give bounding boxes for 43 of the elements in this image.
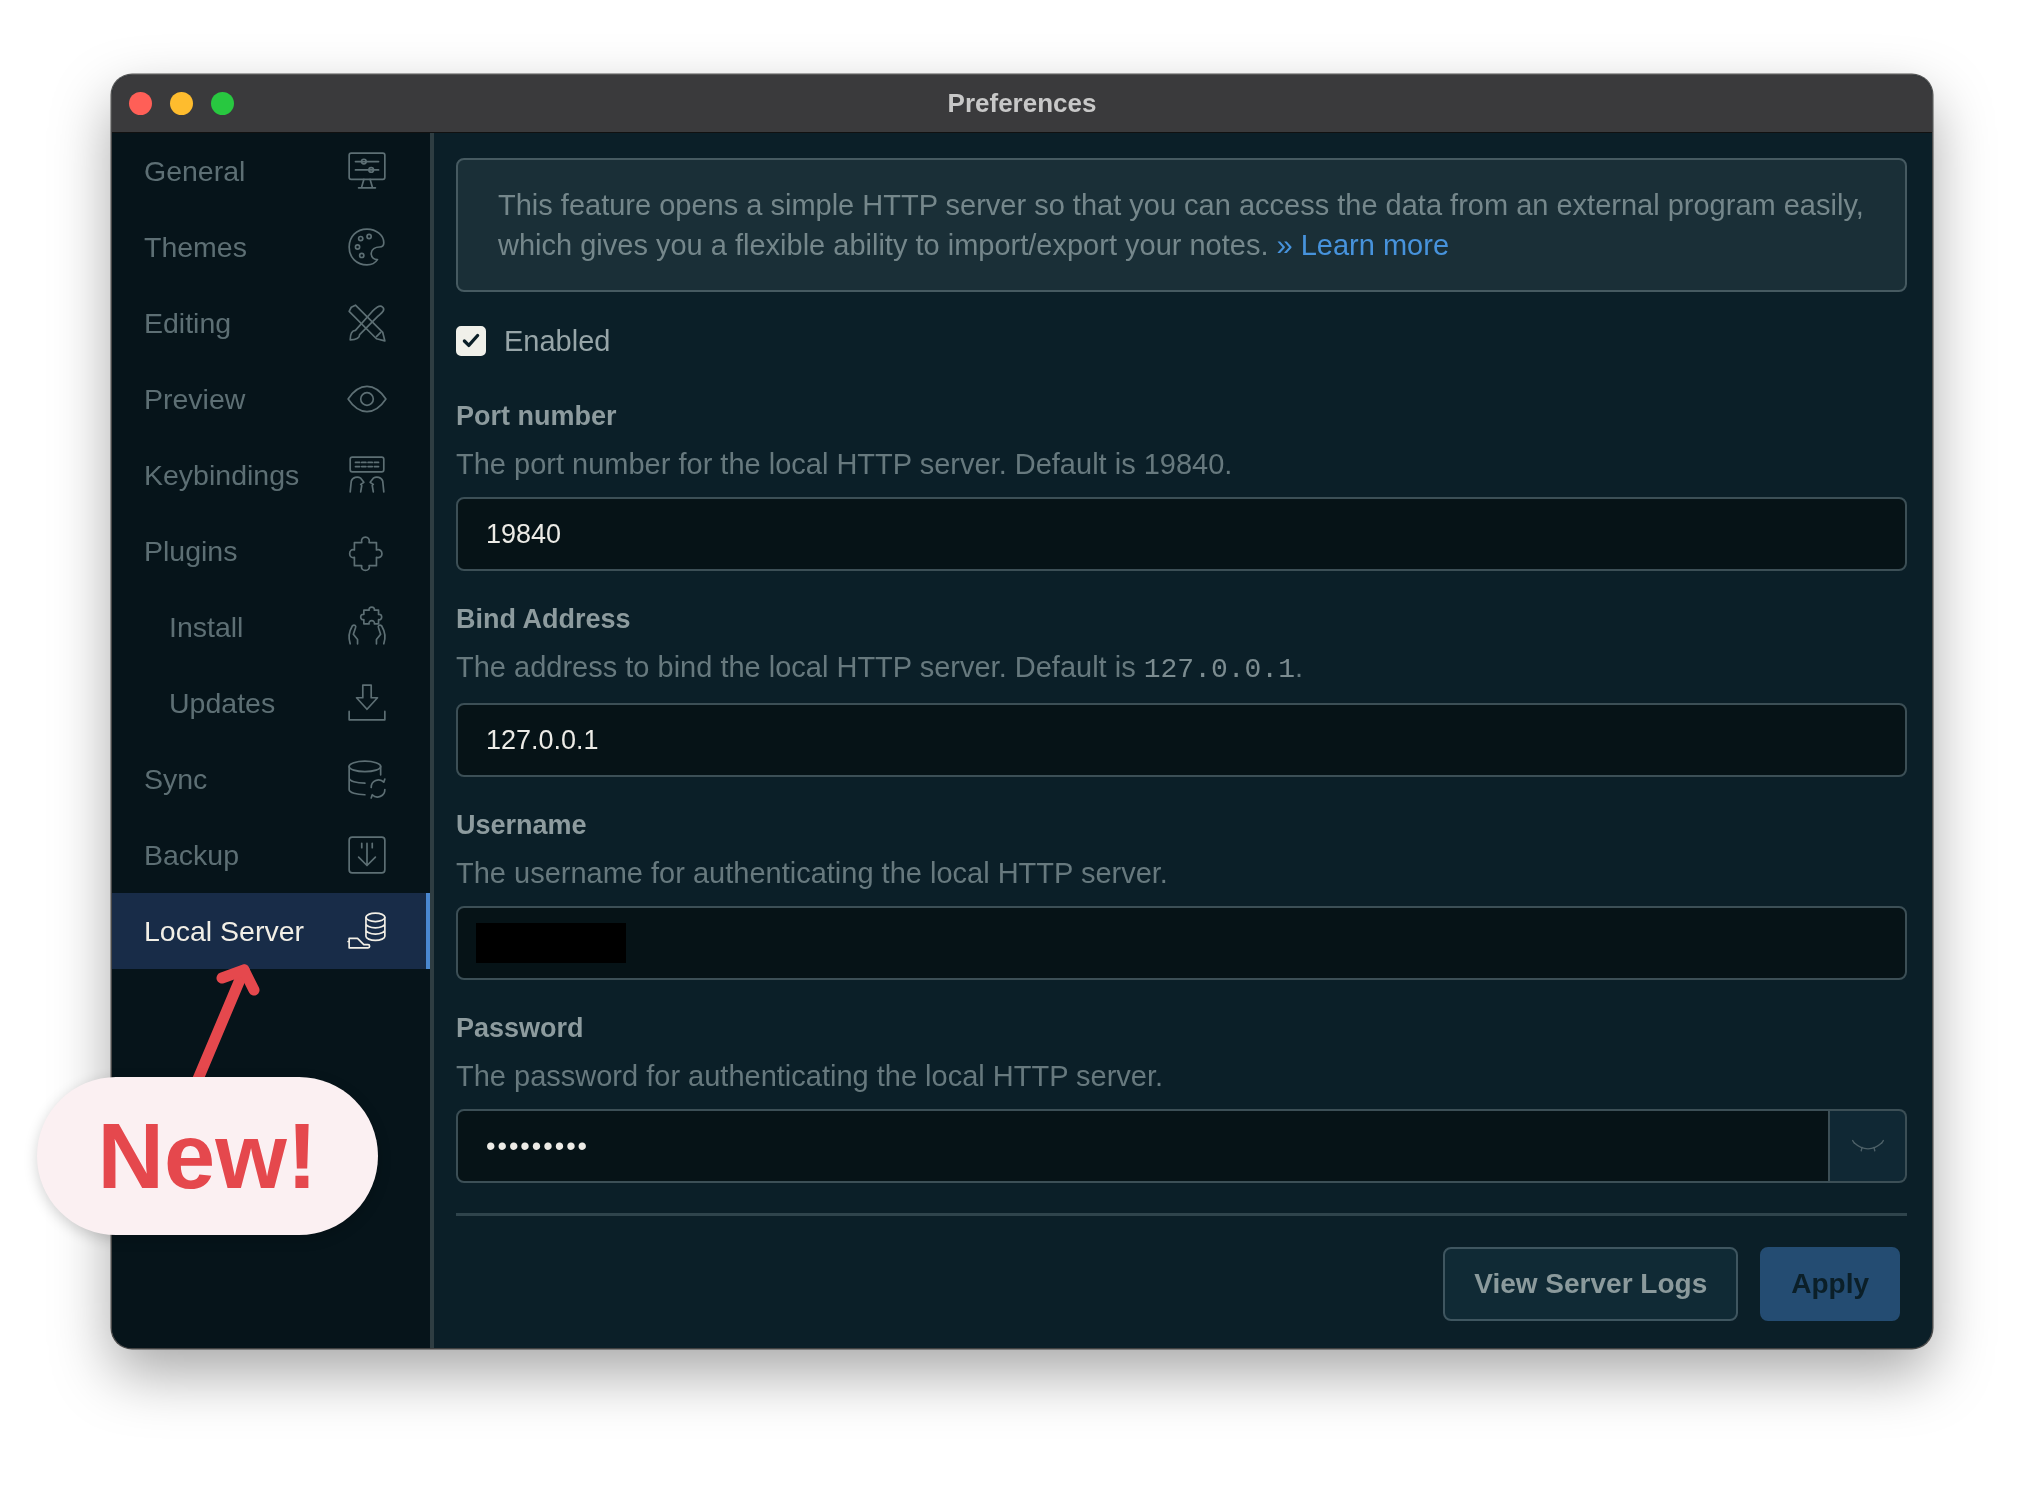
field-label: Password xyxy=(456,1013,585,1043)
enabled-checkbox[interactable] xyxy=(456,326,486,356)
sidebar-item[interactable]: Themes xyxy=(112,209,430,285)
keyboard-hands-icon xyxy=(346,454,388,496)
enabled-label: Enabled xyxy=(504,324,611,358)
field-description: The username for authenticating the local HTTP server. xyxy=(456,858,1169,888)
sidebar-item[interactable]: Plugins xyxy=(112,513,430,589)
field-description: The port number for the local HTTP server. Default is 19840. xyxy=(456,449,1234,479)
field-description: The password for authenticating the local HTTP server. xyxy=(456,1061,1165,1091)
sidebar-item[interactable]: Keybindings xyxy=(112,437,430,513)
learn-more-link[interactable]: » Learn more xyxy=(1276,229,1450,261)
sidebar-item[interactable]: Backup xyxy=(112,817,430,893)
palette-icon xyxy=(346,226,388,268)
sidebar-item[interactable]: Updates xyxy=(112,665,430,741)
minimize-button[interactable] xyxy=(170,92,193,115)
sidebar-item[interactable]: Sync xyxy=(112,741,430,817)
new-badge: New! xyxy=(37,1077,378,1235)
field-description: The address to bind the local HTTP server. Default is 127.0.0.1. xyxy=(456,652,1305,685)
password-field[interactable]: ••••••••• xyxy=(456,1109,1830,1183)
hand-database-icon xyxy=(346,910,388,952)
text-field[interactable] xyxy=(456,906,1907,980)
download-box-icon xyxy=(346,834,388,876)
sidebar-item[interactable]: Local Server xyxy=(112,893,430,969)
download-tray-icon xyxy=(346,682,388,724)
sidebar-item[interactable]: Editing xyxy=(112,285,430,361)
view-logs-button[interactable]: View Server Logs xyxy=(1443,1247,1739,1321)
text-field[interactable]: 127.0.0.1 xyxy=(456,703,1907,777)
close-button[interactable] xyxy=(129,92,152,115)
text-field[interactable]: 19840 xyxy=(456,497,1907,571)
database-sync-icon xyxy=(346,758,388,800)
sliders-monitor-icon xyxy=(346,150,388,192)
sidebar-item[interactable]: General xyxy=(112,133,430,209)
sidebar-item[interactable]: Preview xyxy=(112,361,430,437)
field-label: Bind Address xyxy=(456,604,632,634)
hands-puzzle-icon xyxy=(346,606,388,648)
sidebar-item[interactable]: Install xyxy=(112,589,430,665)
crossed-pencil-brush-icon xyxy=(346,302,388,344)
field-label: Username xyxy=(456,810,588,840)
window-title: Preferences xyxy=(947,88,1097,119)
apply-button[interactable]: Apply xyxy=(1760,1247,1900,1321)
field-label: Port number xyxy=(456,401,618,431)
zoom-button[interactable] xyxy=(211,92,234,115)
info-text: This feature opens a simple HTTP server so that you can access the data from an external program easily, which gives you a flexible ability to import/export your notes. » Learn more xyxy=(498,188,1865,263)
